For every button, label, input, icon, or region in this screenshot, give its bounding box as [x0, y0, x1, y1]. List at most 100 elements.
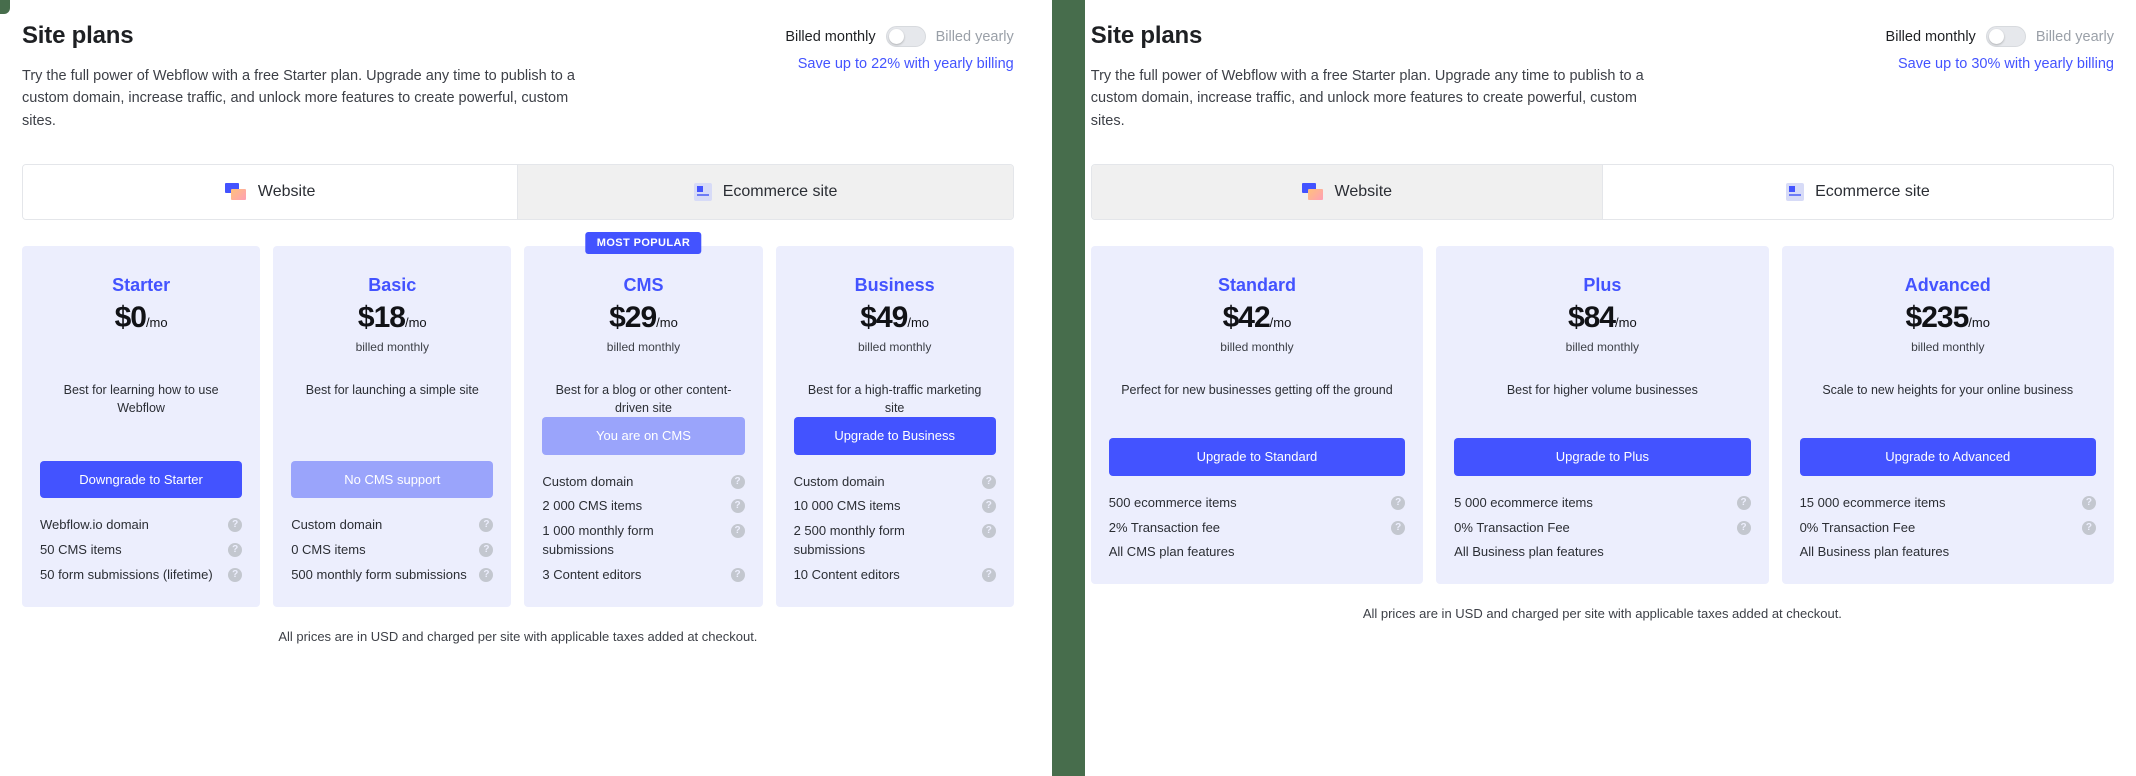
help-icon[interactable]: ?	[2081, 495, 2096, 510]
help-icon[interactable]: ?	[1391, 495, 1406, 510]
help-icon[interactable]: ?	[1736, 495, 1751, 510]
plan-card-advanced: Advanced $235/mo billed monthly Scale to…	[1781, 246, 2114, 585]
feature-label: 15 000 ecommerce items	[1799, 494, 1946, 510]
plan-billed-note: billed monthly	[606, 339, 681, 354]
plan-price-period: /mo	[1968, 314, 1990, 330]
screenshot-stage: Site plans Try the full power of Webflow…	[0, 0, 2136, 776]
plan-blurb: Best for launching a simple site	[305, 382, 479, 397]
help-icon[interactable]: ?	[730, 524, 745, 539]
plan-cta-button[interactable]: No CMS support	[291, 460, 494, 499]
plan-feature: 2 500 monthly form submissions?	[794, 520, 996, 564]
plan-cta-button[interactable]: You are on CMS	[542, 416, 745, 455]
tab-website-label: Website	[1334, 183, 1393, 201]
help-icon[interactable]: ?	[981, 567, 996, 582]
billed-yearly-label[interactable]: Billed yearly	[2036, 29, 2114, 45]
page-title: Site plans	[22, 22, 134, 49]
plan-feature: 3 Content editors?	[542, 564, 745, 589]
plan-cta-button[interactable]: Upgrade to Plus	[1454, 438, 1751, 476]
plan-price-row: $0/mo	[40, 301, 242, 335]
plan-feature: 0 CMS items?	[291, 539, 494, 564]
help-icon[interactable]: ?	[228, 543, 243, 558]
help-icon[interactable]: ?	[479, 543, 494, 558]
feature-label: All Business plan features	[1454, 544, 1604, 560]
help-icon[interactable]: ?	[730, 567, 745, 582]
plan-feature-list: 500 ecommerce items? 2% Transaction fee?…	[1108, 492, 1406, 567]
plan-blurb: Perfect for new businesses getting off t…	[1121, 382, 1393, 397]
plan-price: $42	[1222, 300, 1271, 334]
yearly-savings-link[interactable]: Save up to 30% with yearly billing	[1886, 56, 2114, 72]
plan-feature: 15 000 ecommerce items?	[1800, 492, 2096, 517]
feature-label: Custom domain	[542, 473, 634, 489]
plan-cards: Starter $0/mo Best for learning how to u…	[22, 232, 1014, 607]
help-icon[interactable]: ?	[981, 524, 996, 539]
plan-blurb: Best for learning how to use Webflow	[63, 382, 219, 415]
plan-cta-button[interactable]: Upgrade to Business	[793, 416, 996, 455]
plan-feature: 500 monthly form submissions?	[291, 564, 494, 589]
plan-price-row: $42/mo	[1109, 301, 1405, 335]
help-icon[interactable]: ?	[981, 474, 996, 489]
feature-label: 0% Transaction Fee	[1799, 519, 1916, 535]
ecommerce-icon	[1786, 183, 1805, 202]
billing-period-toggle[interactable]	[885, 26, 926, 47]
help-icon[interactable]: ?	[1736, 520, 1751, 535]
plan-price-row: $18/mo	[291, 301, 493, 335]
help-icon[interactable]: ?	[479, 567, 494, 582]
help-icon[interactable]: ?	[228, 518, 243, 533]
plan-cta-button[interactable]: Downgrade to Starter	[40, 460, 243, 499]
plan-billed-note: billed monthly	[1220, 339, 1294, 354]
help-icon[interactable]: ?	[730, 474, 745, 489]
page-subtitle: Try the full power of Webflow with a fre…	[1090, 67, 1644, 129]
help-icon[interactable]: ?	[1391, 520, 1406, 535]
website-icon	[224, 183, 247, 201]
feature-label: 2% Transaction fee	[1108, 519, 1221, 535]
billed-yearly-label[interactable]: Billed yearly	[936, 29, 1014, 45]
billed-monthly-label[interactable]: Billed monthly	[785, 29, 875, 45]
plan-feature-list: Custom domain? 10 000 CMS items? 2 500 m…	[794, 471, 996, 589]
plan-price: $84	[1567, 300, 1616, 334]
plan-cta-button[interactable]: Upgrade to Standard	[1108, 438, 1406, 476]
plan-feature: 2% Transaction fee?	[1108, 517, 1406, 542]
plan-price: $235	[1905, 300, 1970, 334]
pricing-footer-note: All prices are in USD and charged per si…	[278, 628, 758, 644]
plan-cta-button[interactable]: Upgrade to Advanced	[1799, 438, 2096, 476]
help-icon[interactable]: ?	[2081, 520, 2096, 535]
plan-blurb: Scale to new heights for your online bus…	[1822, 382, 2074, 397]
help-icon[interactable]: ?	[730, 499, 745, 514]
tab-ecommerce-site[interactable]: Ecommerce site	[1601, 165, 2113, 220]
page-title: Site plans	[1090, 22, 1203, 49]
plan-billed-note	[40, 340, 242, 356]
plan-name: Plus	[1583, 275, 1622, 296]
help-icon[interactable]: ?	[479, 518, 494, 533]
plan-feature: 0% Transaction Fee?	[1454, 517, 1751, 542]
tab-website[interactable]: Website	[23, 165, 518, 220]
feature-label: 1 000 monthly form submissions	[542, 523, 654, 558]
yearly-savings-link[interactable]: Save up to 22% with yearly billing	[785, 56, 1014, 72]
plan-price: $18	[357, 300, 406, 334]
feature-label: 10 Content editors	[793, 566, 900, 582]
tab-ecommerce-label: Ecommerce site	[722, 183, 838, 201]
tab-website-label: Website	[257, 183, 316, 201]
tab-website[interactable]: Website	[1091, 165, 1602, 220]
tab-ecommerce-site[interactable]: Ecommerce site	[517, 165, 1013, 220]
help-icon[interactable]: ?	[981, 499, 996, 514]
billing-period-toggle[interactable]	[1985, 26, 2026, 47]
plan-blurb: Best for higher volume businesses	[1506, 382, 1698, 397]
plan-cards: Standard $42/mo billed monthly Perfect f…	[1090, 246, 2114, 585]
plan-feature-list: 15 000 ecommerce items? 0% Transaction F…	[1800, 492, 2096, 567]
plan-card-cms: MOST POPULAR CMS $29/mo billed monthly B…	[524, 232, 763, 607]
plan-feature: 10 000 CMS items?	[794, 495, 996, 520]
plan-feature: 2 000 CMS items?	[542, 495, 745, 520]
plan-feature: 50 CMS items?	[40, 539, 243, 564]
plan-blurb: Best for a high-traffic marketing site	[807, 382, 982, 415]
billing-controls: Billed monthly Billed yearly Save up to …	[785, 22, 1014, 72]
website-icon	[1301, 183, 1324, 201]
plan-feature: 10 Content editors?	[794, 564, 996, 589]
billed-monthly-label[interactable]: Billed monthly	[1886, 29, 1976, 45]
plan-name: Advanced	[1904, 275, 1991, 296]
help-icon[interactable]: ?	[228, 567, 243, 582]
plan-price: $29	[609, 300, 657, 334]
plan-feature: All Business plan features?	[1454, 541, 1750, 566]
plan-feature: 5 000 ecommerce items?	[1454, 492, 1751, 517]
plan-feature: 500 ecommerce items?	[1109, 492, 1406, 517]
plan-type-tabs: Website Ecommerce site	[22, 164, 1014, 221]
